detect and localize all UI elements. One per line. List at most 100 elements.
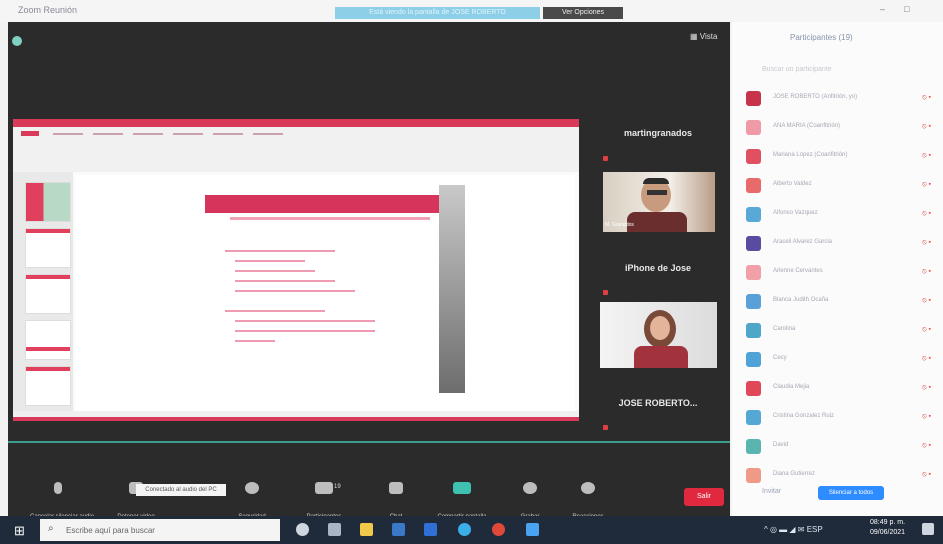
participant-row[interactable]: Alberto Valdez ⦸ ▪	[746, 177, 931, 195]
tile-name-label: martingranados	[623, 128, 692, 138]
participant-name: David	[773, 442, 789, 448]
share-screen-icon	[453, 482, 471, 494]
task-view-icon[interactable]	[328, 523, 341, 536]
participant-name: Blanca Judith Ocaña	[773, 297, 829, 303]
slide-text-line	[235, 260, 305, 262]
avatar	[746, 120, 761, 135]
shield-icon	[245, 482, 259, 494]
slide-thumbnail	[25, 320, 71, 360]
participant-name: Alberto Valdez	[773, 181, 812, 187]
participant-row[interactable]: Cristina Gonzalez Ruiz ⦸ ▪	[746, 409, 931, 427]
ribbon-tab	[133, 133, 163, 135]
smiley-icon	[581, 482, 595, 494]
avatar	[746, 207, 761, 222]
audio-tooltip: Conectado al audio del PC	[136, 484, 226, 496]
participant-row[interactable]: Cecy ⦸ ▪	[746, 351, 931, 369]
slide-text-line	[235, 290, 355, 292]
slide-thumbnails	[13, 172, 73, 412]
tile-name-label: JOSE ROBERTO...	[618, 398, 698, 408]
chrome-browser-icon[interactable]	[492, 523, 505, 536]
maximize-icon[interactable]: □	[904, 4, 909, 14]
muted-mic-icon	[603, 425, 608, 430]
ribbon-tab	[53, 133, 83, 135]
participant-name: Mariana Lopez (Coanfitrión)	[773, 152, 848, 158]
security-shield-icon[interactable]	[12, 36, 22, 46]
windows-start-icon[interactable]: ⊞	[14, 523, 25, 539]
participant-row[interactable]: JOSE ROBERTO (Anfitrión, yo) ⦸ ▪	[746, 90, 931, 108]
store-icon[interactable]	[392, 523, 405, 536]
taskbar-search-placeholder: Escribe aquí para buscar	[66, 526, 155, 535]
participant-row[interactable]: David ⦸ ▪	[746, 438, 931, 456]
avatar	[746, 178, 761, 193]
minimize-icon[interactable]: –	[880, 4, 885, 14]
slide-side-graphic	[439, 185, 465, 393]
muted-mic-icon: ⦸ ▪	[922, 94, 931, 101]
participant-row[interactable]: Arlenne Cervantes ⦸ ▪	[746, 264, 931, 282]
ribbon-tab	[253, 133, 283, 135]
view-options-button[interactable]: Ver Opciones	[543, 7, 623, 19]
zoom-app-icon[interactable]	[526, 523, 539, 536]
share-screen-button[interactable]: Compartir pantalla	[434, 482, 490, 520]
muted-mic-icon: ⦸ ▪	[922, 355, 931, 362]
participant-search-input[interactable]: Buscar un participante	[762, 66, 832, 73]
participant-count: 19	[334, 484, 341, 490]
participants-panel: Participantes (19) Buscar un participant…	[732, 22, 943, 516]
tile-name-label: iPhone de Jose	[624, 263, 692, 273]
invite-button[interactable]: Invitar	[762, 488, 781, 495]
security-button[interactable]: Seguridad	[224, 482, 280, 520]
muted-mic-icon: ⦸ ▪	[922, 239, 931, 246]
participant-row[interactable]: Diana Gutierrez ⦸ ▪	[746, 467, 931, 485]
slide-text-line	[225, 250, 335, 252]
participant-name: Arlenne Cervantes	[773, 268, 823, 274]
mail-icon[interactable]	[424, 523, 437, 536]
notification-icon[interactable]	[922, 523, 934, 535]
participant-name: Araceli Alvarez Garcia	[773, 239, 833, 245]
ribbon-tab	[93, 133, 123, 135]
view-button[interactable]: ▦ Vista	[690, 32, 717, 41]
reactions-button[interactable]: Reacciones	[560, 482, 616, 520]
muted-mic-icon: ⦸ ▪	[922, 181, 931, 188]
record-button[interactable]: Grabar	[502, 482, 558, 520]
avatar	[746, 294, 761, 309]
video-name-label: M. Granados	[605, 222, 634, 228]
participant-name: Cecy	[773, 355, 787, 361]
slide-thumbnail	[25, 366, 71, 406]
app-title: Zoom Reunión	[18, 5, 78, 15]
muted-mic-icon: ⦸ ▪	[922, 326, 931, 333]
avatar	[746, 439, 761, 454]
slide-text-line	[225, 310, 325, 312]
slide-subtitle	[230, 217, 430, 220]
edge-browser-icon[interactable]	[458, 523, 471, 536]
slide-text-line	[235, 330, 375, 332]
participant-row[interactable]: ANA MARIA (Coanfitrión) ⦸ ▪	[746, 119, 931, 137]
ribbon-tab	[173, 133, 203, 135]
taskbar-clock[interactable]: 08:49 p. m. 09/06/2021	[870, 518, 905, 538]
participants-icon	[315, 482, 333, 494]
participant-name: Cristina Gonzalez Ruiz	[773, 413, 835, 419]
mute-all-button[interactable]: Silenciar a todos	[818, 486, 884, 500]
unmute-button[interactable]: Cancelar silenciar audio	[30, 482, 94, 520]
cortana-icon[interactable]	[296, 523, 309, 536]
participant-video[interactable]: M. Granados	[603, 172, 715, 232]
file-explorer-icon[interactable]	[360, 523, 373, 536]
participants-button[interactable]: 19 Participantes	[296, 482, 352, 520]
participant-row[interactable]: Alfonso Vazquez ⦸ ▪	[746, 206, 931, 224]
muted-mic-icon: ⦸ ▪	[922, 442, 931, 449]
shared-screen	[13, 119, 579, 421]
chat-button[interactable]: Chat	[368, 482, 424, 520]
chat-bubble-icon	[389, 482, 403, 494]
participant-row[interactable]: Claudia Mejia ⦸ ▪	[746, 380, 931, 398]
slide-text-line	[235, 340, 275, 342]
system-tray-icons[interactable]: ^ ◎ ▬ ◢ ✉ ESP	[764, 525, 823, 534]
muted-mic-icon: ⦸ ▪	[922, 152, 931, 159]
participant-row[interactable]: Carolina ⦸ ▪	[746, 322, 931, 340]
leave-meeting-button[interactable]: Salir	[684, 488, 724, 506]
participant-row[interactable]: Araceli Alvarez Garcia ⦸ ▪	[746, 235, 931, 253]
avatar	[746, 236, 761, 251]
participant-row[interactable]: Mariana Lopez (Coanfitrión) ⦸ ▪	[746, 148, 931, 166]
participant-row[interactable]: Blanca Judith Ocaña ⦸ ▪	[746, 293, 931, 311]
participant-name: JOSE ROBERTO (Anfitrión, yo)	[773, 94, 858, 100]
record-icon	[523, 482, 537, 494]
participant-video[interactable]	[600, 302, 717, 368]
status-bar	[13, 411, 579, 421]
